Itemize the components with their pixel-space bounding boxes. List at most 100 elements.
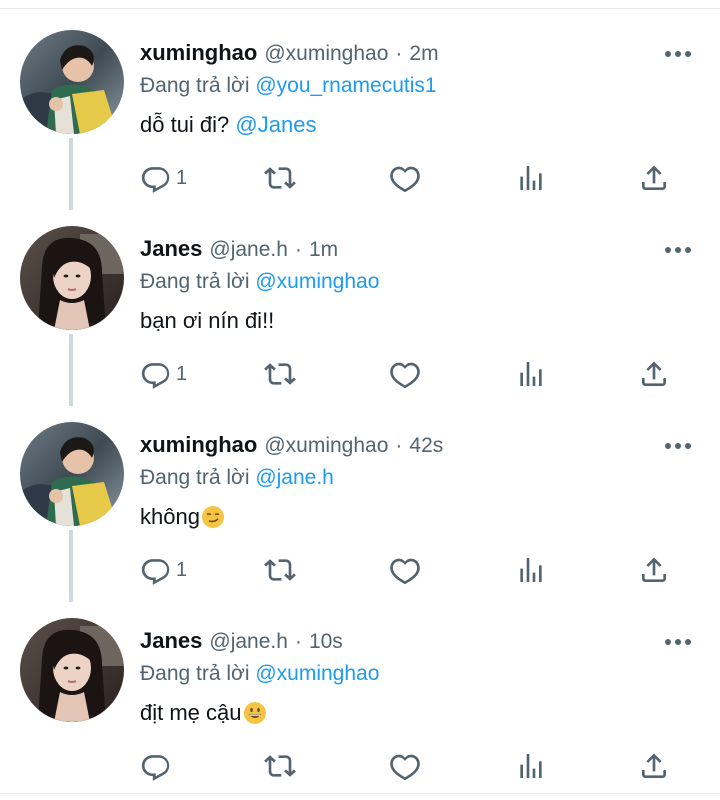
share-icon <box>638 750 670 782</box>
reply-prefix: Đang trả lời <box>140 74 250 97</box>
timestamp[interactable]: 1m <box>309 238 338 262</box>
retweet-button[interactable] <box>264 356 296 392</box>
retweet-icon <box>264 162 296 194</box>
reply-prefix: Đang trả lời <box>140 466 250 489</box>
tweet-text: không <box>140 504 225 530</box>
tweet-header: xuminghao @xuminghao · 42s <box>140 432 443 466</box>
time-separator: · <box>395 42 403 65</box>
reply-to-mention[interactable]: @xuminghao <box>255 662 379 685</box>
timestamp[interactable]: 10s <box>309 630 343 654</box>
views-icon <box>515 750 547 782</box>
views-icon <box>515 554 547 586</box>
tweet-header: xuminghao @xuminghao · 2m <box>140 40 439 74</box>
retweet-icon <box>264 554 296 586</box>
time-separator: · <box>294 630 302 653</box>
like-button[interactable] <box>389 356 421 392</box>
retweet-button[interactable] <box>264 552 296 588</box>
display-name[interactable]: Janes <box>140 236 202 262</box>
timestamp[interactable]: 2m <box>409 42 438 66</box>
reply-button[interactable]: 1 <box>140 160 187 196</box>
views-button[interactable] <box>515 552 547 588</box>
reply-prefix: Đang trả lời <box>140 270 250 293</box>
thread-connector <box>69 334 73 406</box>
reply-count: 1 <box>176 362 188 385</box>
display-name[interactable]: xuminghao <box>140 432 257 458</box>
views-icon <box>515 358 547 390</box>
views-button[interactable] <box>515 748 547 784</box>
heart-icon <box>389 750 421 782</box>
tweet-header: Janes @jane.h · 10s <box>140 628 343 662</box>
share-button[interactable] <box>638 160 670 196</box>
thread-connector <box>69 530 73 602</box>
tweet[interactable]: xuminghao @xuminghao · 42s Đang trả lời … <box>0 402 720 602</box>
reply-icon <box>140 750 172 782</box>
avatar[interactable] <box>20 226 124 330</box>
like-button[interactable] <box>389 748 421 784</box>
more-options-icon[interactable] <box>664 438 692 448</box>
replying-to: Đang trả lời @you_rnamecutis1 <box>140 74 437 98</box>
replying-to: Đang trả lời @jane.h <box>140 466 334 490</box>
reply-to-mention[interactable]: @you_rnamecutis1 <box>255 74 436 97</box>
tweet[interactable]: Janes @jane.h · 1m Đang trả lời @xumingh… <box>0 206 720 406</box>
handle[interactable]: @jane.h <box>209 630 288 654</box>
avatar[interactable] <box>20 30 124 134</box>
heart-icon <box>389 162 421 194</box>
heart-icon <box>389 554 421 586</box>
share-button[interactable] <box>638 356 670 392</box>
handle[interactable]: @xuminghao <box>264 42 388 66</box>
retweet-button[interactable] <box>264 160 296 196</box>
avatar[interactable] <box>20 618 124 722</box>
action-bar: 1 <box>140 356 680 396</box>
tweet-header: Janes @jane.h · 1m <box>140 236 338 270</box>
top-divider <box>0 8 720 9</box>
reply-to-mention[interactable]: @xuminghao <box>255 270 379 293</box>
smirking-face-emoji <box>201 505 225 529</box>
tweet-text: bạn ơi nín đi!! <box>140 308 274 334</box>
reply-icon <box>140 358 172 390</box>
action-bar: 1 <box>140 552 680 592</box>
avatar[interactable] <box>20 422 124 526</box>
action-bar: 1 <box>140 160 680 200</box>
tweet[interactable]: xuminghao @xuminghao · 2m Đang trả lời @… <box>0 10 720 210</box>
tweet[interactable]: Janes @jane.h · 10s Đang trả lời @xuming… <box>0 598 720 794</box>
reply-to-mention[interactable]: @jane.h <box>255 466 334 489</box>
retweet-button[interactable] <box>264 748 296 784</box>
share-button[interactable] <box>638 552 670 588</box>
reply-prefix: Đang trả lời <box>140 662 250 685</box>
reply-count: 1 <box>176 558 188 581</box>
tweet-text-body: bạn ơi nín đi!! <box>140 308 275 333</box>
handle[interactable]: @jane.h <box>209 238 288 262</box>
share-icon <box>638 554 670 586</box>
like-button[interactable] <box>389 552 421 588</box>
tweet-text-body: địt mẹ cậu <box>140 700 242 725</box>
share-button[interactable] <box>638 748 670 784</box>
like-button[interactable] <box>389 160 421 196</box>
more-options-icon[interactable] <box>664 634 692 644</box>
share-icon <box>638 162 670 194</box>
reply-button[interactable]: 1 <box>140 552 187 588</box>
retweet-icon <box>264 358 296 390</box>
replying-to: Đang trả lời @xuminghao <box>140 662 379 686</box>
more-options-icon[interactable] <box>664 46 692 56</box>
views-button[interactable] <box>515 356 547 392</box>
display-name[interactable]: Janes <box>140 628 202 654</box>
grinning-face-emoji <box>243 701 267 725</box>
replying-to: Đang trả lời @xuminghao <box>140 270 379 294</box>
reply-button[interactable] <box>140 748 176 784</box>
views-icon <box>515 162 547 194</box>
more-options-icon[interactable] <box>664 242 692 252</box>
views-button[interactable] <box>515 160 547 196</box>
handle[interactable]: @xuminghao <box>264 434 388 458</box>
reply-icon <box>140 554 172 586</box>
tweet-text: dỗ tui đi? @Janes <box>140 112 316 138</box>
reply-button[interactable]: 1 <box>140 356 187 392</box>
retweet-icon <box>264 750 296 782</box>
share-icon <box>638 358 670 390</box>
text-mention[interactable]: @Janes <box>235 112 316 138</box>
timestamp[interactable]: 42s <box>409 434 443 458</box>
tweet-text-body: không <box>140 504 200 529</box>
thread-connector <box>69 138 73 210</box>
action-bar <box>140 748 680 788</box>
bottom-divider <box>0 793 720 794</box>
display-name[interactable]: xuminghao <box>140 40 257 66</box>
